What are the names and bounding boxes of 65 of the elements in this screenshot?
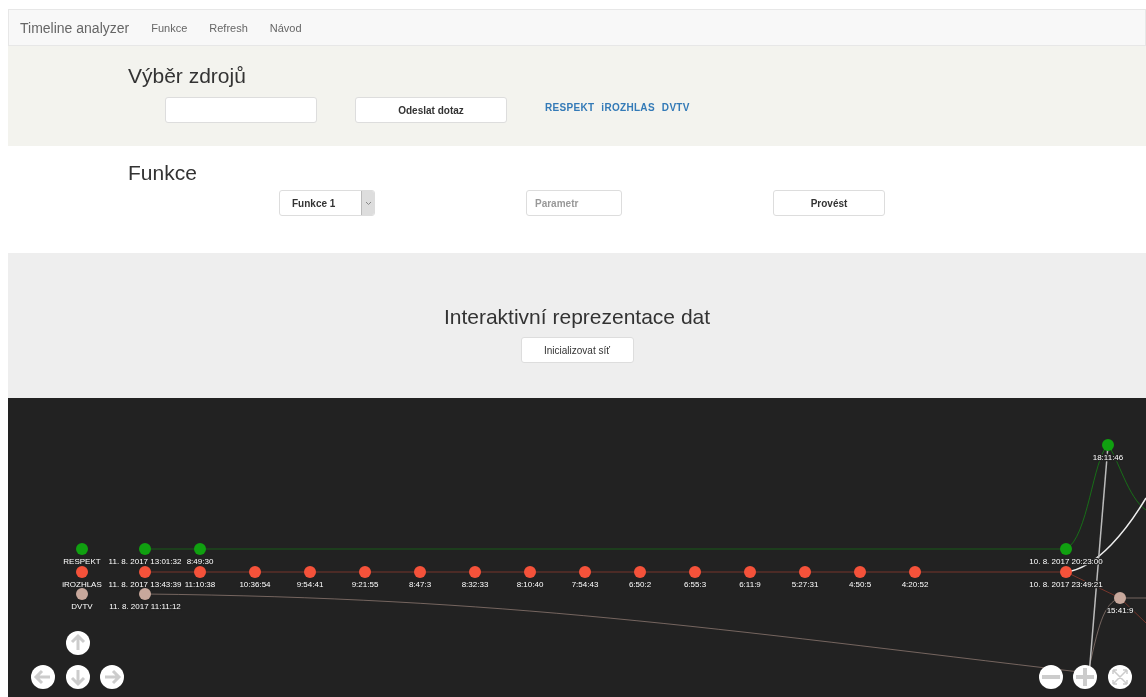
node-label: 11. 8. 2017 11:11:12 <box>109 602 181 611</box>
timeline-node[interactable] <box>1060 566 1072 578</box>
timeline-node[interactable] <box>689 566 701 578</box>
node-label: 8:32:33 <box>461 580 489 589</box>
timeline-node[interactable] <box>304 566 316 578</box>
send-query-button[interactable]: Odeslat dotaz <box>355 97 507 123</box>
run-button[interactable]: Provést <box>773 190 885 216</box>
node-label: 6:50:2 <box>628 580 652 589</box>
node-label: 15:41:9 <box>1106 606 1134 615</box>
node-label: 9:54:41 <box>296 580 324 589</box>
source-link[interactable]: RESPEKT <box>545 101 595 113</box>
timeline-node[interactable] <box>139 566 151 578</box>
timeline-node[interactable] <box>139 543 151 555</box>
node-label: 6:11:9 <box>739 580 761 589</box>
nav-link[interactable]: Funkce <box>151 21 188 34</box>
node-label: 8:10:40 <box>516 580 544 589</box>
section-title: Výběr zdrojů <box>128 64 247 88</box>
source-link[interactable]: DVTV <box>661 101 690 113</box>
timeline-node[interactable] <box>414 566 426 578</box>
timeline-node[interactable] <box>359 566 371 578</box>
timeline-node[interactable] <box>634 566 646 578</box>
timeline-node[interactable] <box>194 566 206 578</box>
node-label: 5:27:31 <box>791 580 819 589</box>
section-title: Interaktivní reprezentace dat <box>443 305 711 329</box>
timeline-node[interactable] <box>854 566 866 578</box>
parameter-field[interactable]: Parametr <box>526 190 622 216</box>
nav-link[interactable]: Návod <box>269 21 302 34</box>
legend-label: DVTV <box>71 602 93 611</box>
node-label: 6:55:3 <box>683 580 707 589</box>
node-label: 9:21:55 <box>351 580 379 589</box>
node-label: 4:50:5 <box>848 580 872 589</box>
brand-title[interactable]: Timeline analyzer <box>20 19 130 36</box>
node-label: 11. 8. 2017 13:43:39 <box>108 580 182 589</box>
timeline-node[interactable] <box>799 566 811 578</box>
timeline-node[interactable] <box>744 566 756 578</box>
query-field[interactable] <box>165 97 317 123</box>
zoom-out-icon[interactable] <box>1039 665 1063 689</box>
timeline-node[interactable] <box>194 543 206 555</box>
fit-view-icon[interactable] <box>1108 665 1132 689</box>
node-label: 10:36:54 <box>239 580 271 589</box>
legend-label: iROZHLAS <box>62 580 102 589</box>
timeline-node[interactable] <box>1060 543 1072 555</box>
node-label: 11. 8. 2017 13:01:32 <box>108 557 182 566</box>
source-link[interactable]: iROZHLAS <box>601 101 655 113</box>
node-label: 11:10:38 <box>184 580 216 589</box>
zoom-in-icon[interactable] <box>1073 665 1097 689</box>
nav-link[interactable]: Refresh <box>209 21 248 34</box>
function-select[interactable]: Funkce 1 <box>279 190 375 216</box>
timeline-node[interactable] <box>579 566 591 578</box>
node-label: 7:54:43 <box>571 580 599 589</box>
timeline-node[interactable] <box>249 566 261 578</box>
legend-label: RESPEKT <box>63 557 101 566</box>
chevron-icon <box>364 200 372 206</box>
timeline-node[interactable] <box>524 566 536 578</box>
timeline-node[interactable] <box>1114 592 1126 604</box>
timeline-node[interactable] <box>139 588 151 600</box>
node-label: 4:20:52 <box>901 580 929 589</box>
timeline-node[interactable] <box>469 566 481 578</box>
timeline-node[interactable] <box>909 566 921 578</box>
section-title: Funkce <box>128 161 198 185</box>
node-label: 18:11:46 <box>1092 453 1124 462</box>
timeline-node[interactable] <box>1102 439 1114 451</box>
node-label: 8:49:30 <box>186 557 214 566</box>
node-label: 8:47:3 <box>408 580 432 589</box>
init-network-button[interactable]: Inicializovat síť <box>520 337 634 363</box>
